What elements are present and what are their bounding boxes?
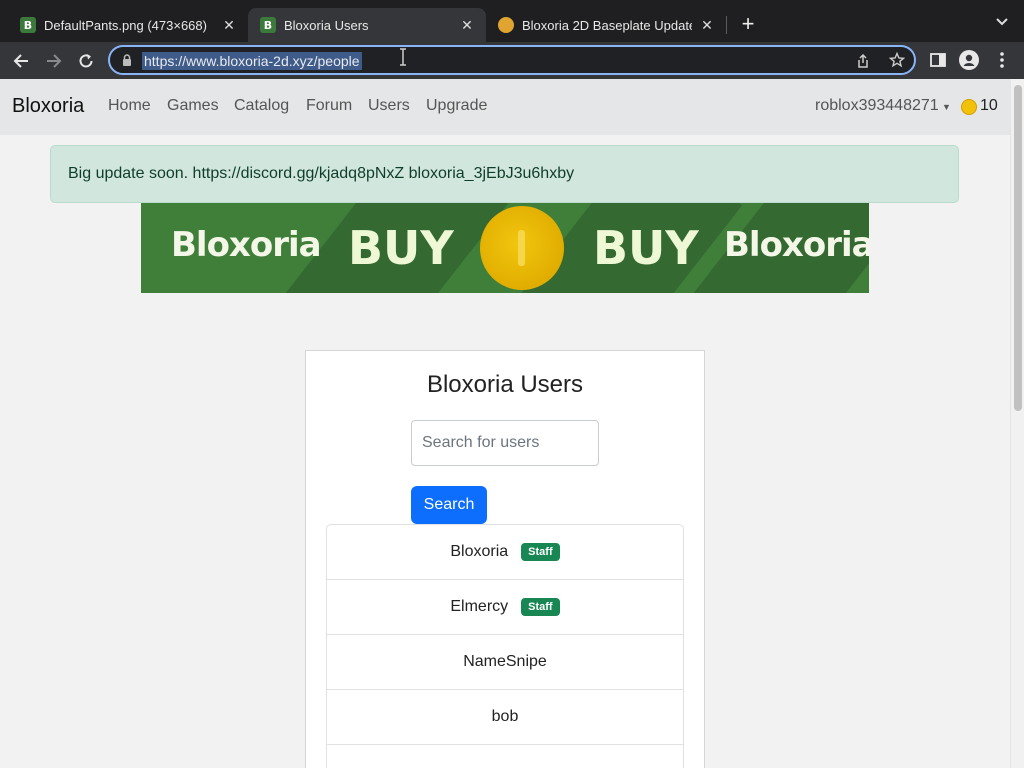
browser-tab-strip: B DefaultPants.png (473×668) ✕ B Bloxori…: [0, 0, 1024, 42]
site-favicon-icon: B: [20, 17, 36, 33]
user-name-link[interactable]: NameSnipe: [463, 653, 547, 671]
list-item[interactable]: NameSnipe: [327, 635, 683, 690]
list-item[interactable]: [327, 745, 683, 768]
coin-favicon-icon: [498, 17, 514, 33]
users-card: Bloxoria Users Search Bloxoria Staff Elm…: [305, 350, 705, 768]
new-tab-icon[interactable]: +: [736, 11, 760, 36]
staff-badge: Staff: [521, 598, 560, 616]
address-bar[interactable]: https://www.bloxoria-2d.xyz/people: [108, 45, 916, 75]
user-name-link[interactable]: Elmercy: [450, 598, 508, 616]
share-icon[interactable]: [854, 52, 872, 70]
banner-word: Bloxoria: [171, 225, 322, 265]
site-navbar: Bloxoria Home Games Catalog Forum Users …: [0, 79, 1010, 135]
forward-arrow-icon[interactable]: [42, 49, 66, 73]
list-item[interactable]: bob: [327, 690, 683, 745]
back-arrow-icon[interactable]: [9, 49, 33, 73]
user-list: Bloxoria Staff Elmercy Staff NameSnipe b…: [326, 524, 684, 768]
banner-buy-word: BUY: [348, 221, 454, 275]
buy-coins-banner[interactable]: Bloxoria BUY BUY Bloxoria: [141, 203, 869, 293]
user-search-input[interactable]: [411, 420, 599, 466]
nav-link-home[interactable]: Home: [108, 97, 151, 115]
nav-link-upgrade[interactable]: Upgrade: [426, 97, 487, 115]
page-title: Bloxoria Users: [426, 371, 584, 398]
list-item[interactable]: Elmercy Staff: [327, 580, 683, 635]
browser-tab-active[interactable]: B Bloxoria Users ✕: [248, 8, 486, 42]
caret-down-icon[interactable]: ▼: [942, 102, 951, 112]
kebab-menu-icon[interactable]: [991, 49, 1013, 71]
scrollbar-thumb[interactable]: [1014, 85, 1022, 411]
list-item[interactable]: Bloxoria Staff: [327, 525, 683, 580]
page-viewport: Bloxoria Home Games Catalog Forum Users …: [0, 79, 1010, 768]
coin-balance: 10: [980, 97, 998, 114]
star-icon[interactable]: [888, 51, 906, 69]
tab-title: DefaultPants.png (473×668): [44, 17, 207, 33]
browser-tab[interactable]: Bloxoria 2D Baseplate Update ✕: [486, 8, 726, 42]
url-text[interactable]: https://www.bloxoria-2d.xyz/people: [142, 52, 362, 70]
text-cursor-icon: [398, 48, 408, 66]
close-tab-icon[interactable]: ✕: [698, 16, 716, 34]
browser-toolbar: https://www.bloxoria-2d.xyz/people: [0, 42, 1024, 79]
nav-link-games[interactable]: Games: [167, 97, 219, 115]
close-tab-icon[interactable]: ✕: [220, 16, 238, 34]
site-brand[interactable]: Bloxoria: [12, 95, 84, 118]
tab-search-icon[interactable]: [994, 14, 1010, 30]
coin-icon: [961, 99, 977, 115]
nav-link-forum[interactable]: Forum: [306, 97, 352, 115]
site-favicon-icon: B: [260, 17, 276, 33]
reload-icon[interactable]: [74, 49, 98, 73]
tab-title: Bloxoria 2D Baseplate Update: [522, 17, 692, 33]
tab-title: Bloxoria Users: [284, 17, 369, 33]
nav-link-catalog[interactable]: Catalog: [234, 97, 289, 115]
staff-badge: Staff: [521, 543, 560, 561]
side-panel-icon[interactable]: [927, 49, 949, 71]
search-button[interactable]: Search: [411, 486, 487, 524]
browser-tab[interactable]: B DefaultPants.png (473×668) ✕: [8, 8, 248, 42]
nav-link-users[interactable]: Users: [368, 97, 410, 115]
page-scrollbar[interactable]: [1010, 79, 1024, 768]
user-name-link[interactable]: bob: [492, 708, 519, 726]
announcement-alert: Big update soon. https://discord.gg/kjad…: [50, 145, 959, 203]
gold-coin-icon: [480, 206, 564, 290]
user-menu-dropdown[interactable]: roblox393448271: [815, 97, 939, 115]
lock-icon: [120, 53, 134, 67]
close-tab-icon[interactable]: ✕: [458, 16, 476, 34]
tab-separator: [726, 16, 727, 34]
banner-buy-word: BUY: [593, 221, 699, 275]
alert-text: Big update soon. https://discord.gg/kjad…: [68, 165, 575, 182]
user-name-link[interactable]: Bloxoria: [450, 543, 508, 561]
banner-word: Bloxoria: [724, 225, 869, 265]
profile-icon[interactable]: [958, 49, 980, 71]
